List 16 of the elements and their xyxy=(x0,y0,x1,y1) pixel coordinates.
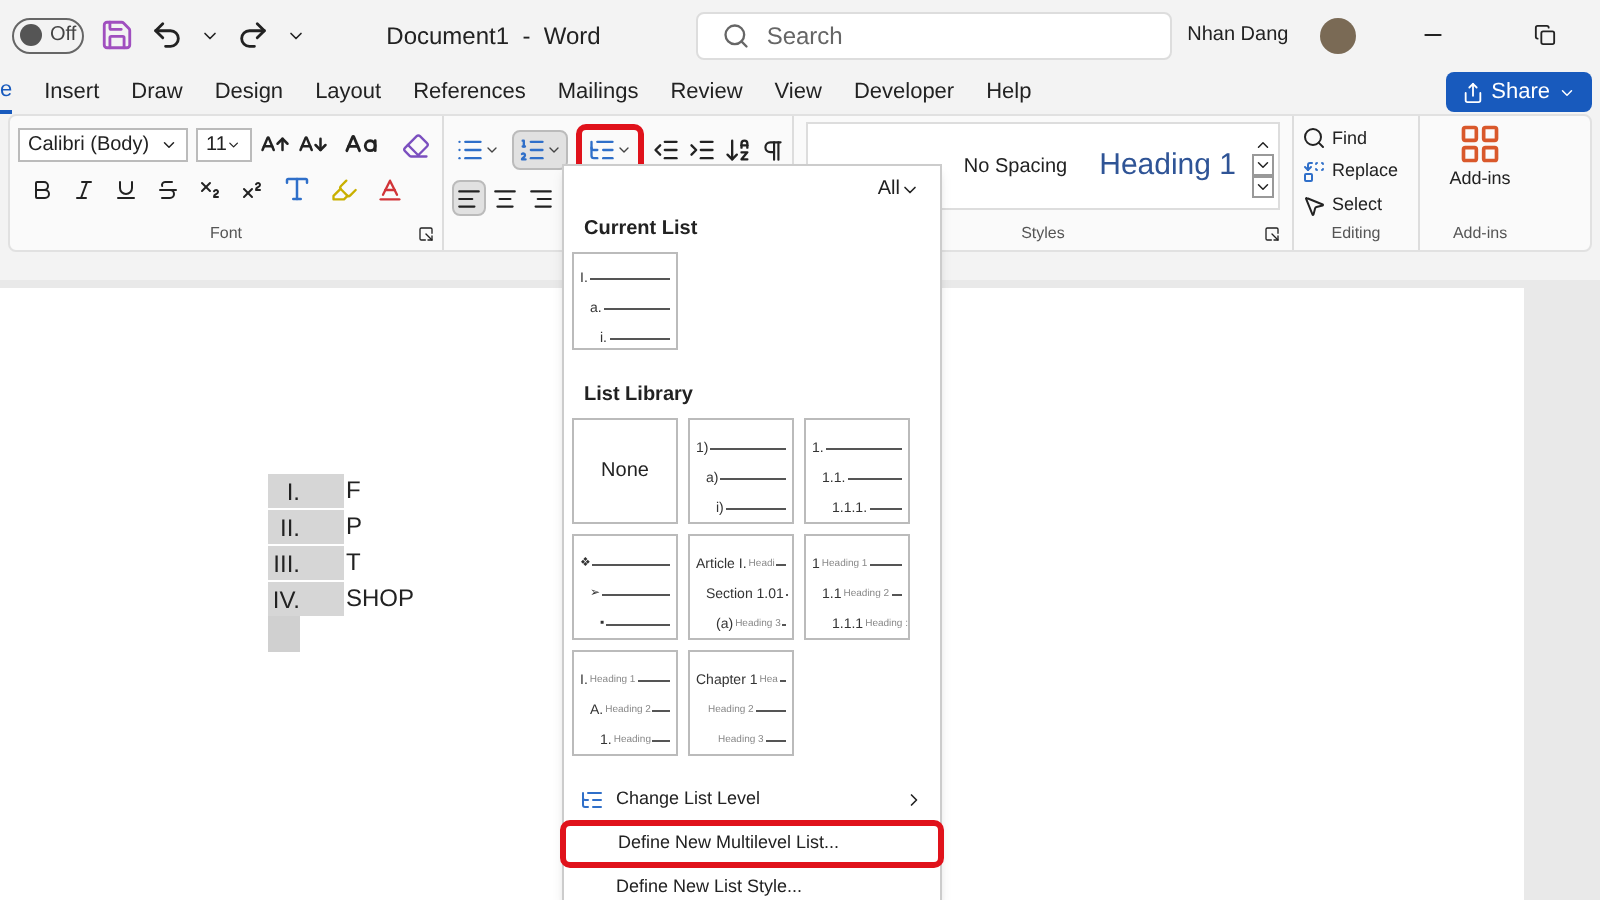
group-label: Font xyxy=(209,222,242,246)
group-label: Add-ins xyxy=(1452,222,1508,246)
user-name: Nhan Dang xyxy=(1187,22,1289,50)
list-number: II. xyxy=(268,509,344,543)
section-heading: Current List xyxy=(582,216,700,244)
list-number: IV. xyxy=(268,581,344,615)
list-number: III. xyxy=(268,545,344,579)
list-item-text: F xyxy=(344,474,361,508)
group-label: Styles xyxy=(1021,222,1065,246)
list-item-text: SHOP xyxy=(344,582,415,616)
group-label: Editing xyxy=(1329,222,1383,247)
list-item-text: T xyxy=(344,546,361,580)
window-title: Document1 - Word xyxy=(386,19,601,53)
list-number: I. xyxy=(268,473,344,507)
section-heading: List Library xyxy=(582,382,695,410)
list-item-text: P xyxy=(344,510,363,544)
